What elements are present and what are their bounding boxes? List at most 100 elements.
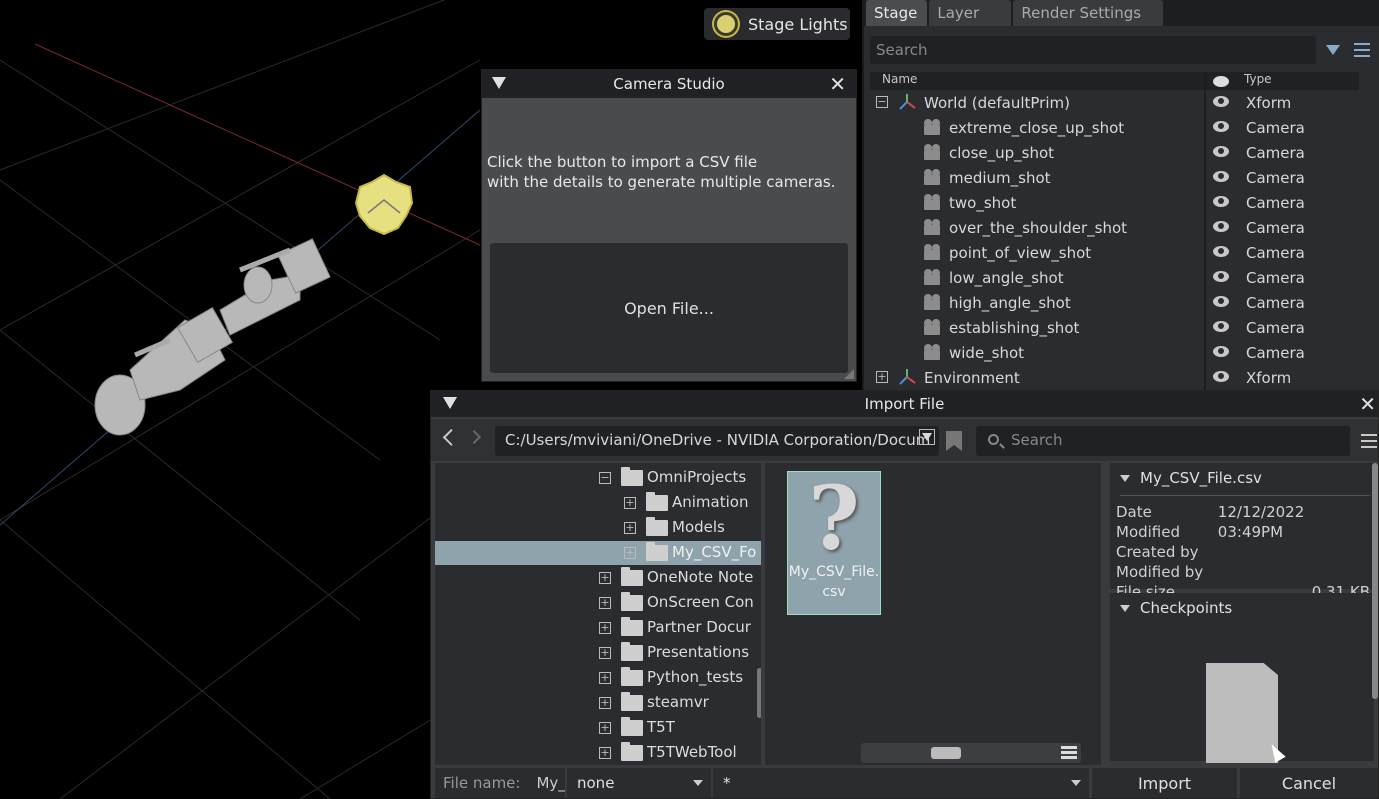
eye-icon[interactable]: [1213, 121, 1229, 132]
column-divider[interactable]: [1204, 72, 1206, 390]
eye-icon[interactable]: [1213, 296, 1229, 307]
slider-handle[interactable]: [931, 747, 961, 759]
collapse-icon[interactable]: [1120, 604, 1130, 612]
filter-dropdown[interactable]: none: [565, 768, 711, 798]
folder-icon: [621, 667, 643, 686]
expand-icon[interactable]: +: [624, 547, 636, 559]
navigation-bar: C:/Users/mviviani/OneDrive - NVIDIA Corp…: [431, 419, 1378, 461]
tree-item[interactable]: + T5T: [435, 716, 761, 740]
hamburger-menu-icon[interactable]: [1361, 434, 1377, 448]
expand-icon[interactable]: +: [599, 722, 611, 734]
import-button[interactable]: Import: [1089, 768, 1237, 798]
collapse-icon[interactable]: −: [876, 96, 888, 108]
tree-item[interactable]: + Python_tests: [435, 666, 761, 690]
expand-icon[interactable]: +: [599, 697, 611, 709]
visibility-column-eye-icon[interactable]: [1206, 72, 1236, 90]
expand-icon[interactable]: +: [599, 647, 611, 659]
cancel-button[interactable]: Cancel: [1237, 768, 1378, 798]
resize-grip-icon[interactable]: [844, 369, 854, 379]
expand-icon[interactable]: +: [599, 572, 611, 584]
details-scrollbar[interactable]: [1372, 463, 1378, 699]
stage-row-camera[interactable]: establishing_shot Camera: [870, 315, 1373, 340]
open-file-button[interactable]: Open File...: [490, 243, 848, 373]
tab-render-settings[interactable]: Render Settings: [1013, 0, 1164, 26]
eye-icon[interactable]: [1213, 146, 1229, 157]
tree-item[interactable]: + Presentations: [435, 641, 761, 665]
stage-row-camera[interactable]: two_shot Camera: [870, 190, 1373, 215]
tree-item[interactable]: + Animation: [435, 491, 761, 515]
stage-row-camera[interactable]: wide_shot Camera: [870, 340, 1373, 365]
close-icon[interactable]: ✕: [829, 74, 846, 94]
column-name[interactable]: Name: [870, 72, 1206, 90]
back-arrow-icon[interactable]: [442, 428, 460, 446]
stage-row-camera[interactable]: point_of_view_shot Camera: [870, 240, 1373, 265]
file-search-input[interactable]: Search: [976, 426, 1350, 456]
expand-icon[interactable]: +: [624, 522, 636, 534]
eye-icon[interactable]: [1213, 96, 1229, 107]
tab-stage[interactable]: Stage: [866, 0, 928, 26]
tree-item[interactable]: + Models: [435, 516, 761, 540]
collapse-icon[interactable]: [443, 397, 457, 409]
eye-icon[interactable]: [1213, 371, 1229, 382]
tree-item[interactable]: + Partner Docur: [435, 616, 761, 640]
stage-lights-button[interactable]: Stage Lights: [704, 8, 850, 40]
file-info-header[interactable]: My_CSV_File.csv: [1114, 469, 1370, 487]
column-type[interactable]: Type: [1236, 72, 1272, 90]
stage-lights-label: Stage Lights: [748, 14, 848, 34]
tree-item[interactable]: + steamvr: [435, 691, 761, 715]
hamburger-menu-icon[interactable]: [1354, 43, 1370, 57]
expand-icon[interactable]: +: [599, 597, 611, 609]
camera-studio-titlebar[interactable]: Camera Studio ✕: [482, 70, 856, 98]
tab-layer[interactable]: Layer: [929, 0, 1012, 26]
prim-type: Xform: [1246, 368, 1292, 387]
stage-row-camera[interactable]: high_angle_shot Camera: [870, 290, 1373, 315]
stage-row-camera[interactable]: close_up_shot Camera: [870, 140, 1373, 165]
instruction-line-1: Click the button to import a CSV file: [487, 153, 758, 171]
collapse-icon[interactable]: −: [599, 472, 611, 484]
prim-name: two_shot: [949, 193, 1017, 212]
expand-icon[interactable]: +: [599, 672, 611, 684]
folder-tree: − OmniProjects + Animation + Models + My…: [435, 463, 761, 765]
filter-icon[interactable]: [1326, 45, 1340, 55]
import-dialog-titlebar[interactable]: Import File ✕: [431, 391, 1378, 417]
extension-dropdown[interactable]: *: [711, 768, 1089, 798]
eye-icon[interactable]: [1213, 246, 1229, 257]
stage-search-input[interactable]: Search: [870, 36, 1316, 64]
stage-row-camera[interactable]: medium_shot Camera: [870, 165, 1373, 190]
bookmark-icon[interactable]: [946, 431, 962, 451]
tree-scrollbar[interactable]: [757, 668, 761, 718]
eye-icon[interactable]: [1213, 171, 1229, 182]
camera-icon: [922, 194, 942, 210]
file-item[interactable]: ? My_CSV_File. csv: [787, 471, 881, 615]
stage-row-environment[interactable]: + Environment Xform: [870, 365, 1373, 390]
eye-icon[interactable]: [1213, 346, 1229, 357]
list-view-icon[interactable]: [1061, 746, 1077, 760]
forward-arrow-icon[interactable]: [466, 429, 482, 445]
eye-icon[interactable]: [1213, 221, 1229, 232]
stage-row-world[interactable]: − World (defaultPrim) Xform: [870, 90, 1373, 115]
tree-item[interactable]: + T5TWebTool: [435, 741, 761, 765]
close-icon[interactable]: ✕: [1359, 394, 1376, 414]
expand-icon[interactable]: +: [599, 747, 611, 759]
eye-icon[interactable]: [1213, 271, 1229, 282]
stage-row-camera[interactable]: low_angle_shot Camera: [870, 265, 1373, 290]
tree-item-selected[interactable]: + My_CSV_Fo: [435, 541, 761, 565]
path-dropdown-icon[interactable]: [919, 429, 935, 445]
tree-item[interactable]: + OneNote Note: [435, 566, 761, 590]
unknown-file-icon: ?: [808, 466, 860, 570]
file-name-field[interactable]: File name: My_: [435, 768, 565, 798]
path-input[interactable]: C:/Users/mviviani/OneDrive - NVIDIA Corp…: [495, 426, 939, 456]
expand-icon[interactable]: +: [876, 371, 888, 383]
thumbnail-size-slider[interactable]: [861, 743, 1081, 763]
checkpoints-header[interactable]: Checkpoints: [1114, 599, 1370, 617]
collapse-icon[interactable]: [1120, 474, 1130, 482]
expand-icon[interactable]: +: [624, 497, 636, 509]
stage-row-camera[interactable]: extreme_close_up_shot Camera: [870, 115, 1373, 140]
expand-icon[interactable]: +: [599, 622, 611, 634]
stage-row-camera[interactable]: over_the_shoulder_shot Camera: [870, 215, 1373, 240]
eye-icon[interactable]: [1213, 321, 1229, 332]
tree-item[interactable]: − OmniProjects: [435, 466, 761, 490]
eye-icon[interactable]: [1213, 196, 1229, 207]
tree-item[interactable]: + OnScreen Con: [435, 591, 761, 615]
collapse-icon[interactable]: [492, 77, 506, 89]
